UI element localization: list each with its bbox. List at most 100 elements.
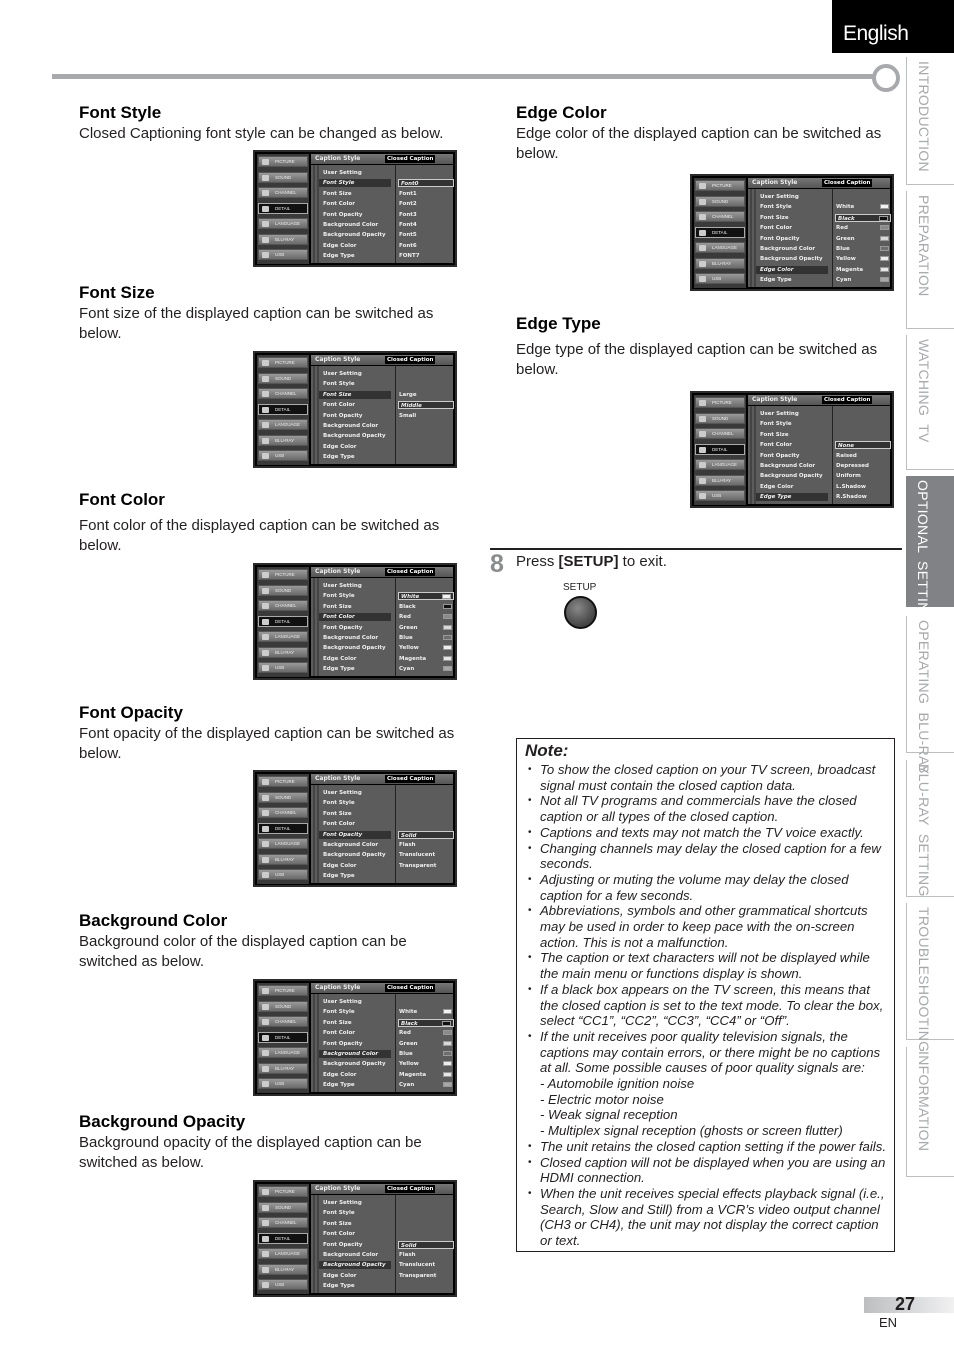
osd-nav-item[interactable]: USB xyxy=(695,273,745,284)
osd-option[interactable]: Depressed xyxy=(836,462,892,470)
osd-menu-item[interactable]: User Setting xyxy=(760,410,799,418)
osd-option[interactable]: Uniform xyxy=(836,472,892,480)
osd-menu-item[interactable]: Background Opacity xyxy=(319,1261,391,1270)
osd-menu-item[interactable]: User Setting xyxy=(323,1199,362,1207)
osd-menu-item[interactable]: User Setting xyxy=(323,789,362,797)
osd-menu-item[interactable]: Font Style xyxy=(319,179,391,188)
osd-menu-item[interactable]: Background Color xyxy=(319,1050,391,1058)
osd-menu-item[interactable]: Font Color xyxy=(760,224,792,232)
osd-menu-item[interactable]: Font Size xyxy=(323,603,352,611)
osd-nav-item[interactable]: BLU-RAY xyxy=(258,853,308,865)
osd-nav-item[interactable]: SOUND xyxy=(258,1000,308,1012)
osd-option[interactable]: Blue xyxy=(399,634,455,642)
osd-nav-item[interactable]: PICTURE xyxy=(695,180,745,191)
osd-nav-item[interactable]: PICTURE xyxy=(258,569,308,580)
osd-option[interactable]: Magenta xyxy=(836,266,892,274)
osd-nav-item[interactable]: BLU-RAY xyxy=(258,434,308,446)
osd-option[interactable]: R.Shadow xyxy=(836,493,892,501)
osd-nav-item[interactable]: SOUND xyxy=(695,195,745,207)
chapter-tab[interactable]: OPERATING BLU-RAY xyxy=(906,616,954,774)
osd-option[interactable]: Small xyxy=(399,412,455,420)
osd-menu-item[interactable]: Font Style xyxy=(323,592,355,600)
osd-menu-item[interactable]: Font Color xyxy=(323,401,355,409)
osd-option[interactable]: Font5 xyxy=(399,231,455,239)
osd-nav-item[interactable]: DETAIL xyxy=(695,226,745,238)
osd-nav-item[interactable]: SOUND xyxy=(258,372,308,384)
osd-nav-item[interactable]: CHANNEL xyxy=(258,1217,308,1228)
osd-nav-item[interactable]: DETAIL xyxy=(258,1031,308,1043)
osd-menu-item[interactable]: Font Style xyxy=(323,1209,355,1217)
osd-nav-item[interactable]: LANGUAGE xyxy=(258,218,308,229)
osd-menu-item[interactable]: Font Opacity xyxy=(760,452,799,460)
chapter-tab[interactable]: TROUBLESHOOTING xyxy=(906,903,954,1052)
osd-nav-item[interactable]: DETAIL xyxy=(258,202,308,214)
osd-menu-item[interactable]: Edge Type xyxy=(323,1282,355,1290)
osd-nav-item[interactable]: CHANNEL xyxy=(258,807,308,818)
osd-menu-item[interactable]: Font Opacity xyxy=(323,412,362,420)
osd-option[interactable]: Font1 xyxy=(399,190,455,198)
osd-menu-item[interactable]: Font Size xyxy=(323,810,352,818)
osd-nav-item[interactable]: BLU-RAY xyxy=(258,1263,308,1275)
osd-menu-item[interactable]: Font Opacity xyxy=(323,1241,362,1249)
osd-menu-item[interactable]: Font Style xyxy=(323,1008,355,1016)
osd-menu-item[interactable]: Edge Color xyxy=(323,862,356,870)
osd-option[interactable]: Red xyxy=(836,224,892,232)
osd-menu-item[interactable]: User Setting xyxy=(760,193,799,201)
osd-option[interactable]: Transparent xyxy=(399,1272,455,1280)
osd-nav-item[interactable]: PICTURE xyxy=(258,357,308,368)
osd-menu-item[interactable]: Font Opacity xyxy=(760,235,799,243)
osd-option[interactable]: Yellow xyxy=(399,1060,455,1068)
osd-menu-item[interactable]: Edge Color xyxy=(323,1272,356,1280)
osd-menu-item[interactable]: Edge Color xyxy=(756,265,828,274)
osd-menu-item[interactable]: User Setting xyxy=(323,998,362,1006)
osd-nav-item[interactable]: LANGUAGE xyxy=(258,838,308,849)
chapter-tab[interactable]: INTRODUCTION xyxy=(906,57,954,185)
osd-option[interactable]: Blue xyxy=(399,1050,455,1058)
osd-nav-item[interactable]: DETAIL xyxy=(258,1232,308,1244)
osd-option[interactable]: Font6 xyxy=(399,242,455,250)
osd-menu-item[interactable]: Background Opacity xyxy=(323,231,386,239)
chapter-tab[interactable]: INFORMATION xyxy=(906,1047,954,1177)
osd-nav-item[interactable]: LANGUAGE xyxy=(258,1047,308,1058)
osd-option[interactable]: Font3 xyxy=(399,211,455,219)
osd-menu-item[interactable]: Edge Color xyxy=(760,483,793,491)
osd-menu-item[interactable]: Font Style xyxy=(323,799,355,807)
osd-menu-item[interactable]: Font Size xyxy=(323,1019,352,1027)
osd-nav-item[interactable]: USB xyxy=(695,490,745,501)
osd-menu-item[interactable]: Edge Type xyxy=(323,453,355,461)
osd-nav-item[interactable]: USB xyxy=(258,450,308,461)
osd-nav-item[interactable]: SOUND xyxy=(258,584,308,596)
osd-menu-item[interactable]: Background Color xyxy=(323,1251,378,1259)
osd-menu-item[interactable]: Edge Type xyxy=(760,276,792,284)
osd-nav-item[interactable]: CHANNEL xyxy=(258,388,308,399)
osd-menu-item[interactable]: Background Opacity xyxy=(323,644,386,652)
osd-nav-item[interactable]: USB xyxy=(258,1078,308,1089)
osd-option[interactable]: FONT7 xyxy=(399,252,455,260)
osd-menu-item[interactable]: Font Color xyxy=(319,613,391,622)
chapter-tab[interactable]: WATCHING TV xyxy=(906,335,954,470)
osd-nav-item[interactable]: LANGUAGE xyxy=(258,419,308,430)
osd-option[interactable]: Font0 xyxy=(398,179,454,188)
osd-menu-item[interactable]: Font Size xyxy=(323,1220,352,1228)
osd-option[interactable]: Cyan xyxy=(399,665,455,673)
osd-menu-item[interactable]: Edge Type xyxy=(323,872,355,880)
osd-option[interactable]: Flash xyxy=(399,1251,455,1259)
chapter-tab[interactable]: BLU-RAY SETTING xyxy=(906,760,954,897)
osd-nav-item[interactable]: LANGUAGE xyxy=(258,1248,308,1259)
osd-menu-item[interactable]: Font Opacity xyxy=(323,211,362,219)
chapter-tab[interactable]: OPTIONAL SETTING xyxy=(906,476,954,624)
osd-menu-item[interactable]: User Setting xyxy=(323,370,362,378)
osd-nav-item[interactable]: PICTURE xyxy=(258,776,308,787)
osd-menu-item[interactable]: Font Size xyxy=(760,431,789,439)
osd-menu-item[interactable]: Background Opacity xyxy=(760,255,823,263)
osd-option[interactable]: Large xyxy=(399,391,455,399)
osd-nav-item[interactable]: CHANNEL xyxy=(695,428,745,439)
osd-nav-item[interactable]: SOUND xyxy=(258,171,308,183)
osd-menu-item[interactable]: Font Color xyxy=(760,441,792,449)
osd-option[interactable]: Yellow xyxy=(399,644,455,652)
osd-nav-item[interactable]: DETAIL xyxy=(258,615,308,627)
osd-menu-item[interactable]: Background Color xyxy=(760,462,815,470)
osd-option[interactable]: Green xyxy=(399,1040,455,1048)
osd-nav-item[interactable]: USB xyxy=(258,249,308,260)
osd-nav-item[interactable]: LANGUAGE xyxy=(258,631,308,642)
